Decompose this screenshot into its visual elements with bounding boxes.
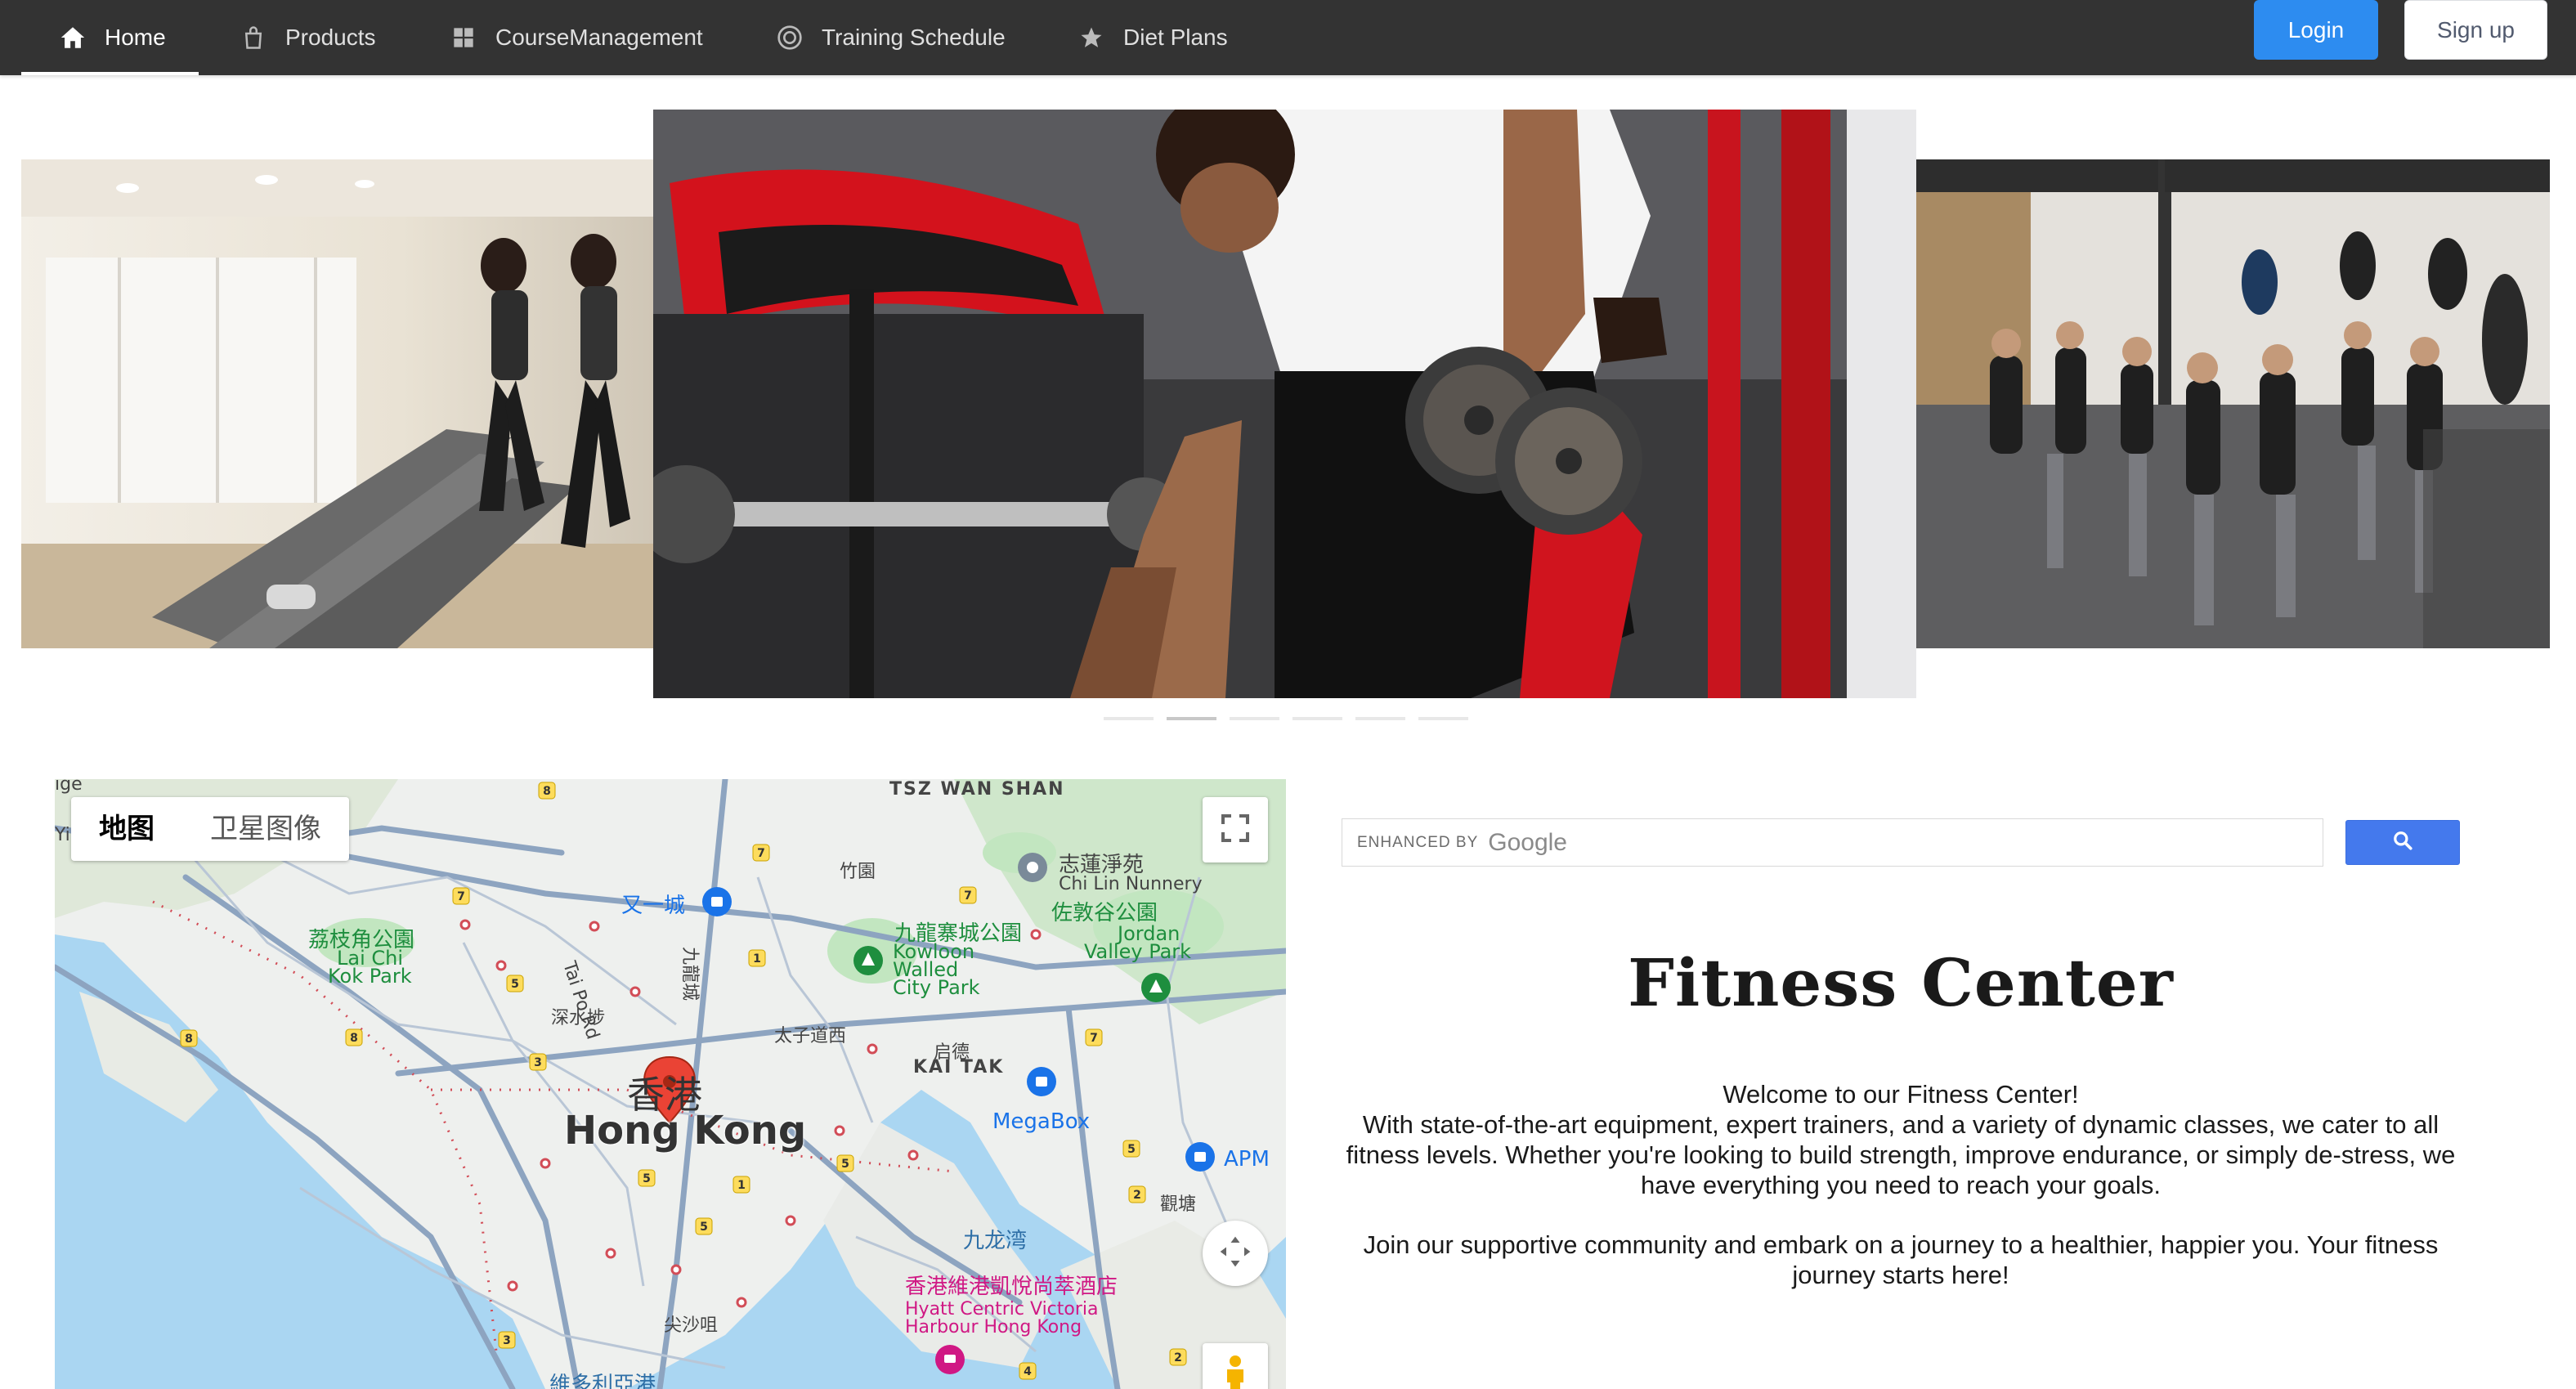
nav-label: Products (285, 25, 376, 50)
page-title: Fitness Center (1628, 944, 2174, 1021)
map-label: 香港維港凱悅尚萃酒店 (905, 1275, 1118, 1299)
svg-text:8: 8 (350, 1032, 358, 1045)
carousel-indicators (1104, 717, 1468, 720)
search-input[interactable] (1342, 819, 2323, 866)
hero-carousel (0, 75, 2576, 729)
nav-label: Home (105, 25, 166, 50)
svg-text:1: 1 (753, 952, 761, 966)
svg-text:5: 5 (643, 1172, 651, 1185)
map-label: City Park (893, 976, 980, 999)
map-type-satellite-button[interactable]: 卫星图像 (182, 797, 349, 861)
carousel-dot[interactable] (1418, 717, 1468, 720)
carousel-dot[interactable] (1230, 717, 1279, 720)
nav-label: Training Schedule (822, 25, 1006, 50)
carousel-dot[interactable] (1104, 717, 1154, 720)
svg-text:4: 4 (1024, 1365, 1032, 1378)
svg-text:3: 3 (503, 1334, 511, 1347)
dumbbell-row-image[interactable] (653, 110, 1916, 698)
google-map[interactable]: 8 7 7 7 1 5 8 8 3 7 5 5 5 1 2 5 3 2 4 地图… (55, 779, 1286, 1389)
camera-control-button[interactable] (1203, 1221, 1268, 1286)
map-label: 九龍城 (679, 947, 700, 1001)
signup-button[interactable]: Sign up (2404, 0, 2547, 60)
treadmill-runners-image[interactable] (21, 159, 655, 648)
svg-text:5: 5 (700, 1221, 708, 1234)
carousel-dot-active[interactable] (1167, 717, 1216, 720)
intro-paragraph: With state-of-the-art equipment, expert … (1346, 1110, 2456, 1199)
carousel-dot[interactable] (1355, 717, 1405, 720)
map-label: APM (1224, 1147, 1270, 1172)
map-type-control: 地图 卫星图像 (71, 797, 349, 861)
search-icon (2392, 830, 2413, 855)
map-label: 九龙湾 (963, 1229, 1028, 1253)
map-label: Hong Kong (564, 1108, 807, 1154)
search-button[interactable] (2345, 820, 2460, 865)
map-label: ige (55, 779, 83, 795)
nav-label: Diet Plans (1123, 25, 1228, 50)
svg-text:8: 8 (185, 1033, 193, 1046)
svg-text:8: 8 (543, 785, 551, 798)
map-label: Kok Park (328, 965, 412, 988)
aperture-icon (776, 24, 804, 52)
map-label: Harbour Hong Kong (905, 1317, 1082, 1337)
map-label: Yi (55, 825, 70, 845)
svg-text:7: 7 (757, 847, 765, 860)
svg-text:2: 2 (1174, 1351, 1182, 1364)
svg-text:3: 3 (534, 1056, 542, 1069)
top-navbar: Home Products CourseManagement Training … (0, 0, 2576, 75)
map-label: Chi Lin Nunnery (1059, 874, 1203, 894)
svg-text:5: 5 (511, 978, 519, 991)
map-label: 深水埗 (551, 1008, 606, 1028)
map-label: TSZ WAN SHAN (889, 779, 1065, 800)
nav-item-training-schedule[interactable]: Training Schedule (776, 0, 1006, 75)
fullscreen-button[interactable] (1203, 797, 1268, 863)
street-view-button[interactable] (1203, 1343, 1268, 1389)
map-label: 太子道西 (774, 1026, 847, 1046)
grid-icon (450, 24, 477, 52)
svg-text:2: 2 (1133, 1189, 1141, 1202)
nav-item-coursemanagement[interactable]: CourseManagement (450, 0, 703, 75)
map-label: 觀塘 (1160, 1194, 1197, 1215)
join-paragraph: Join our supportive community and embark… (1363, 1230, 2439, 1289)
map-type-map-button[interactable]: 地图 (71, 797, 182, 861)
map-label: MegaBox (992, 1109, 1091, 1134)
svg-text:7: 7 (1090, 1032, 1098, 1045)
star-icon (1077, 24, 1105, 52)
bag-icon (240, 24, 267, 52)
map-label: 竹園 (840, 862, 876, 882)
svg-text:5: 5 (841, 1158, 849, 1171)
map-label: KAI TAK (913, 1057, 1005, 1078)
carousel-dot[interactable] (1292, 717, 1342, 720)
nav-label: CourseManagement (495, 25, 703, 50)
svg-text:5: 5 (1127, 1143, 1136, 1156)
svg-text:1: 1 (737, 1179, 746, 1192)
nav-item-products[interactable]: Products (240, 0, 376, 75)
nav-item-diet-plans[interactable]: Diet Plans (1077, 0, 1228, 75)
fullscreen-icon (1219, 812, 1252, 849)
map-label: 又一城 (621, 894, 686, 918)
home-icon (59, 24, 87, 52)
map-label: Valley Park (1084, 940, 1192, 963)
kickboxing-class-image[interactable] (1916, 159, 2550, 648)
google-search-box[interactable]: ENHANCED BY Google (1342, 818, 2323, 867)
svg-text:7: 7 (964, 889, 972, 903)
map-label: 維多利亞港 (549, 1373, 656, 1389)
map-label: Hyatt Centric Victoria (905, 1299, 1099, 1320)
move-arrows-icon (1217, 1234, 1253, 1274)
login-button[interactable]: Login (2254, 0, 2378, 60)
nav-item-home[interactable]: Home (21, 0, 199, 75)
map-label: 尖沙咀 (664, 1315, 719, 1336)
svg-text:7: 7 (457, 890, 465, 903)
welcome-text: Welcome to our Fitness Center! (1723, 1080, 2079, 1109)
pegman-icon (1221, 1355, 1250, 1389)
